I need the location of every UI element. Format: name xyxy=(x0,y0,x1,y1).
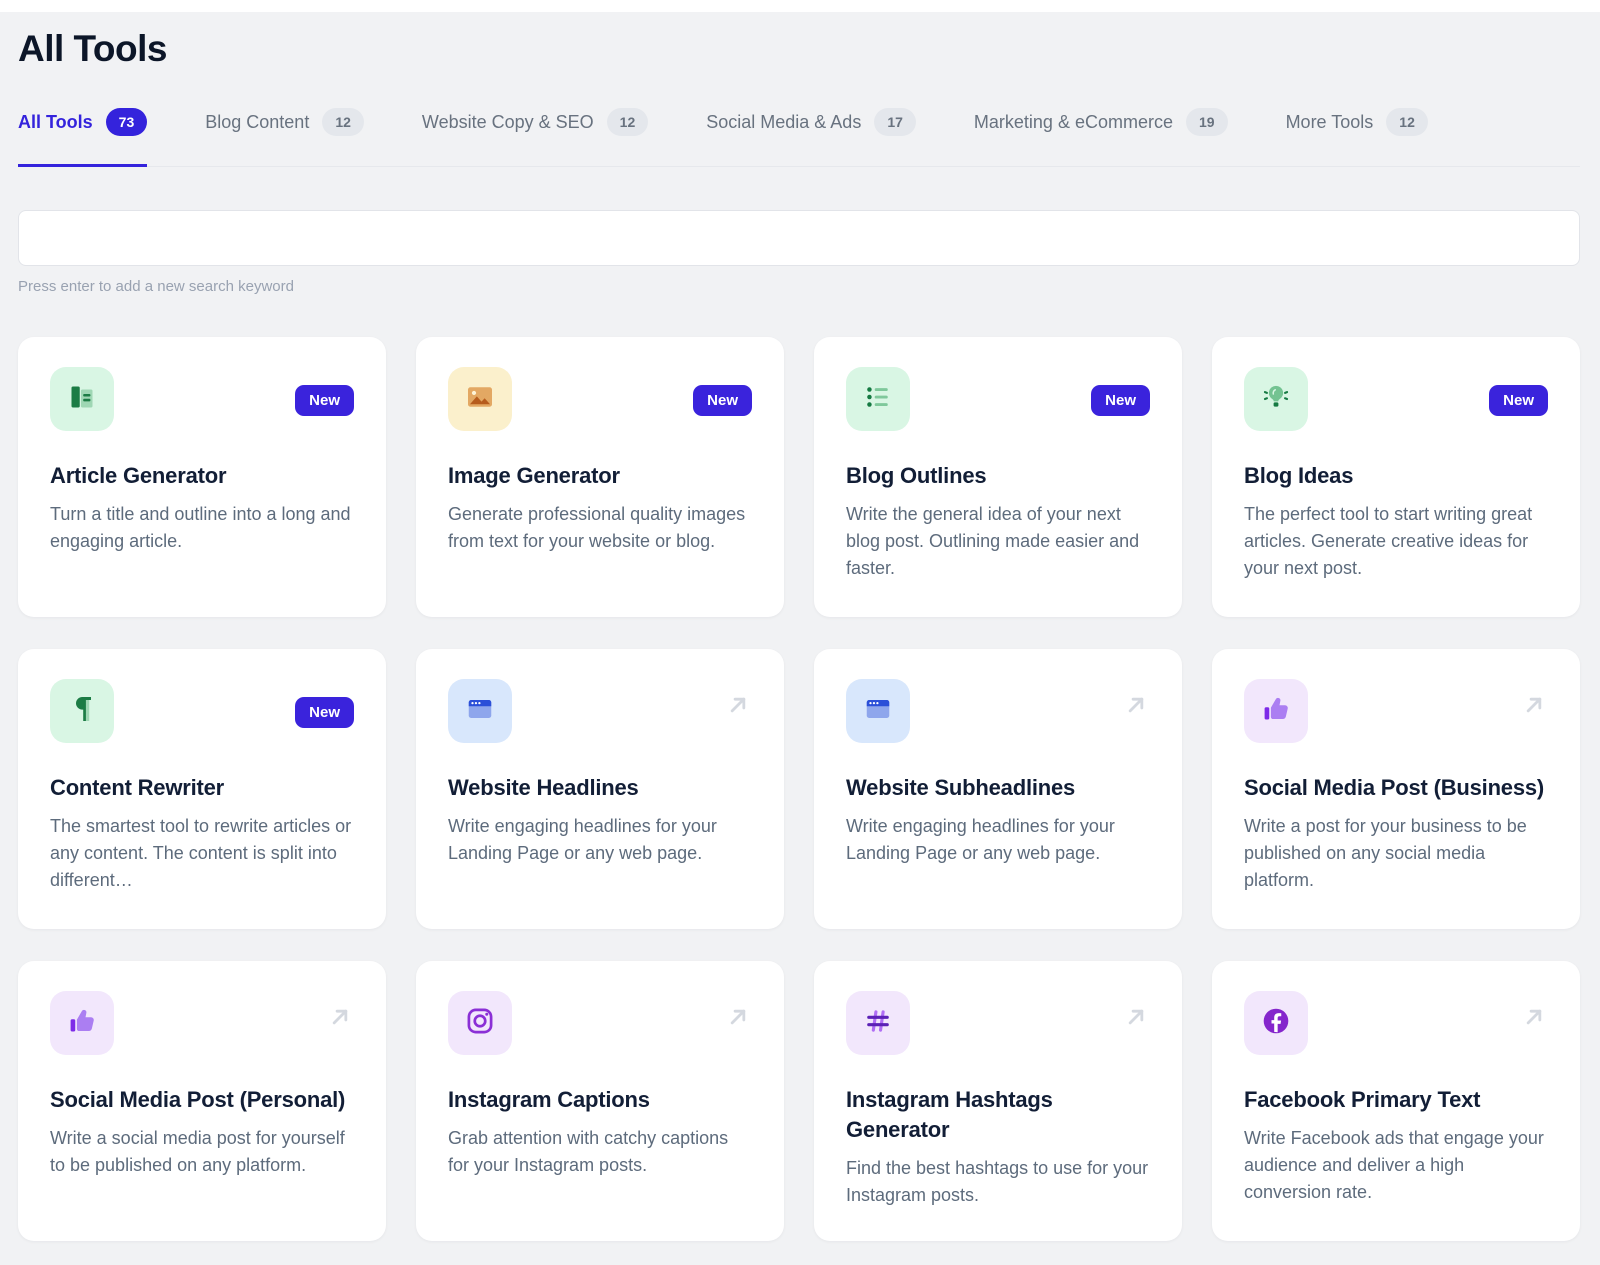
tool-card[interactable]: Website Headlines Write engaging headlin… xyxy=(416,649,784,929)
tool-description: Turn a title and outline into a long and… xyxy=(50,501,354,555)
new-badge: New xyxy=(295,697,354,728)
browser-icon xyxy=(860,691,896,732)
tool-description: The perfect tool to start writing great … xyxy=(1244,501,1548,582)
tab-count-badge: 12 xyxy=(322,108,364,136)
tab-blog-content[interactable]: Blog Content 12 xyxy=(205,108,364,166)
tool-description: Write the general idea of your next blog… xyxy=(846,501,1150,582)
facebook-icon xyxy=(1258,1003,1294,1044)
tool-card[interactable]: Facebook Primary Text Write Facebook ads… xyxy=(1212,961,1580,1241)
tool-description: Find the best hashtags to use for your I… xyxy=(846,1155,1150,1209)
all-tools-page: All Tools All Tools 73 Blog Content 12 W… xyxy=(0,28,1600,1241)
tool-card[interactable]: Instagram Hashtags Generator Find the be… xyxy=(814,961,1182,1241)
tool-title: Article Generator xyxy=(50,461,354,491)
tab-label: More Tools xyxy=(1286,112,1374,133)
tool-description: Write a social media post for yourself t… xyxy=(50,1125,354,1179)
open-arrow-icon[interactable] xyxy=(724,1003,752,1036)
list-icon xyxy=(860,379,896,420)
tab-label: Website Copy & SEO xyxy=(422,112,594,133)
tool-title: Social Media Post (Business) xyxy=(1244,773,1548,803)
tool-card[interactable]: New Blog Outlines Write the general idea… xyxy=(814,337,1182,617)
tool-title: Website Subheadlines xyxy=(846,773,1150,803)
pilcrow-icon xyxy=(64,691,100,732)
tab-label: Social Media & Ads xyxy=(706,112,861,133)
search-hint: Press enter to add a new search keyword xyxy=(18,278,1580,295)
tool-card[interactable]: Social Media Post (Business) Write a pos… xyxy=(1212,649,1580,929)
tool-card[interactable]: Social Media Post (Personal) Write a soc… xyxy=(18,961,386,1241)
tool-card-grid: New Article Generator Turn a title and o… xyxy=(18,337,1580,1241)
tool-title: Instagram Hashtags Generator xyxy=(846,1085,1150,1145)
tool-card[interactable]: New Blog Ideas The perfect tool to start… xyxy=(1212,337,1580,617)
tool-title: Facebook Primary Text xyxy=(1244,1085,1548,1115)
category-tabs: All Tools 73 Blog Content 12 Website Cop… xyxy=(18,108,1580,167)
tool-title: Social Media Post (Personal) xyxy=(50,1085,354,1115)
tool-description: Generate professional quality images fro… xyxy=(448,501,752,555)
open-arrow-icon[interactable] xyxy=(1122,1003,1150,1036)
tab-count-badge: 12 xyxy=(1386,108,1428,136)
tab-count-badge: 73 xyxy=(106,108,148,136)
new-badge: New xyxy=(1091,385,1150,416)
tool-description: The smartest tool to rewrite articles or… xyxy=(50,813,354,894)
open-arrow-icon[interactable] xyxy=(326,1003,354,1036)
top-strip xyxy=(0,0,1600,12)
tool-description: Write engaging headlines for your Landin… xyxy=(846,813,1150,867)
tool-title: Blog Outlines xyxy=(846,461,1150,491)
open-arrow-icon[interactable] xyxy=(724,691,752,724)
tab-social-media-ads[interactable]: Social Media & Ads 17 xyxy=(706,108,916,166)
lightbulb-icon xyxy=(1258,379,1294,420)
hashtag-icon xyxy=(860,1003,896,1044)
tool-title: Website Headlines xyxy=(448,773,752,803)
tool-title: Content Rewriter xyxy=(50,773,354,803)
tool-card[interactable]: New Content Rewriter The smartest tool t… xyxy=(18,649,386,929)
tool-description: Write a post for your business to be pub… xyxy=(1244,813,1548,894)
tab-label: Marketing & eCommerce xyxy=(974,112,1173,133)
open-arrow-icon[interactable] xyxy=(1122,691,1150,724)
tab-label: All Tools xyxy=(18,112,93,133)
tab-more-tools[interactable]: More Tools 12 xyxy=(1286,108,1428,166)
browser-icon xyxy=(462,691,498,732)
tool-card[interactable]: New Article Generator Turn a title and o… xyxy=(18,337,386,617)
tab-all-tools[interactable]: All Tools 73 xyxy=(18,108,147,166)
tool-description: Write Facebook ads that engage your audi… xyxy=(1244,1125,1548,1206)
tool-title: Instagram Captions xyxy=(448,1085,752,1115)
instagram-icon xyxy=(462,1003,498,1044)
tool-card[interactable]: Instagram Captions Grab attention with c… xyxy=(416,961,784,1241)
page-title: All Tools xyxy=(18,28,1580,70)
tab-count-badge: 17 xyxy=(874,108,916,136)
new-badge: New xyxy=(1489,385,1548,416)
tool-card[interactable]: Website Subheadlines Write engaging head… xyxy=(814,649,1182,929)
tab-count-badge: 19 xyxy=(1186,108,1228,136)
open-arrow-icon[interactable] xyxy=(1520,1003,1548,1036)
image-icon xyxy=(462,379,498,420)
newspaper-icon xyxy=(64,379,100,420)
tool-card[interactable]: New Image Generator Generate professiona… xyxy=(416,337,784,617)
thumbs-up-icon xyxy=(64,1003,100,1044)
tab-website-copy-seo[interactable]: Website Copy & SEO 12 xyxy=(422,108,648,166)
tool-description: Grab attention with catchy captions for … xyxy=(448,1125,752,1179)
new-badge: New xyxy=(295,385,354,416)
tool-description: Write engaging headlines for your Landin… xyxy=(448,813,752,867)
tab-count-badge: 12 xyxy=(607,108,649,136)
open-arrow-icon[interactable] xyxy=(1520,691,1548,724)
tool-title: Blog Ideas xyxy=(1244,461,1548,491)
tab-marketing-ecommerce[interactable]: Marketing & eCommerce 19 xyxy=(974,108,1228,166)
tab-label: Blog Content xyxy=(205,112,309,133)
new-badge: New xyxy=(693,385,752,416)
tool-title: Image Generator xyxy=(448,461,752,491)
search-input[interactable] xyxy=(18,210,1580,266)
thumbs-up-icon xyxy=(1258,691,1294,732)
